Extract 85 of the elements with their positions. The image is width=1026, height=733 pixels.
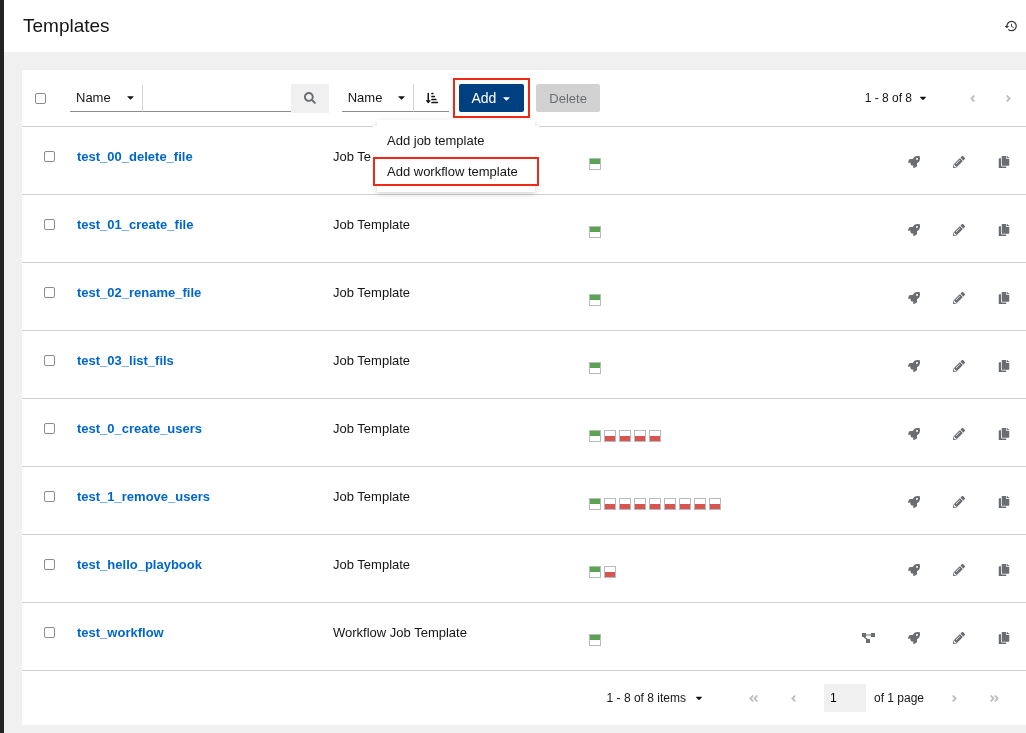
edit-icon[interactable] — [952, 428, 965, 440]
template-link[interactable]: test_03_list_fils — [77, 353, 333, 368]
copy-icon[interactable] — [997, 564, 1010, 576]
copy-icon[interactable] — [997, 360, 1010, 372]
job-status-icon[interactable] — [619, 430, 631, 442]
job-status-icon[interactable] — [589, 498, 601, 510]
job-status-icon[interactable] — [604, 430, 616, 442]
row-checkbox[interactable] — [44, 151, 55, 162]
workflow-icon[interactable] — [862, 632, 875, 643]
job-status-icon[interactable] — [589, 158, 601, 170]
template-type: Job Template — [333, 353, 412, 368]
row-checkbox[interactable] — [44, 491, 55, 502]
job-status-icon[interactable] — [694, 498, 706, 510]
row-checkbox[interactable] — [44, 627, 55, 638]
row-checkbox[interactable] — [44, 423, 55, 434]
job-status-icon[interactable] — [709, 498, 721, 510]
copy-icon[interactable] — [997, 496, 1010, 508]
template-link[interactable]: test_workflow — [77, 625, 333, 640]
job-status-icon[interactable] — [589, 294, 601, 306]
job-status-icon[interactable] — [649, 430, 661, 442]
template-type: Job Template — [333, 557, 412, 572]
sort-icon — [425, 91, 438, 104]
edit-icon[interactable] — [952, 496, 965, 508]
job-status-icon[interactable] — [679, 498, 691, 510]
search-button[interactable] — [290, 83, 329, 113]
job-status-icon[interactable] — [589, 566, 601, 578]
template-link[interactable]: test_1_remove_users — [77, 489, 333, 504]
template-type: Job Te — [333, 149, 373, 164]
history-icon[interactable] — [1004, 19, 1018, 33]
copy-icon[interactable] — [997, 632, 1010, 644]
sort-button[interactable] — [413, 84, 450, 112]
job-status-icon[interactable] — [619, 498, 631, 510]
copy-icon[interactable] — [997, 292, 1010, 304]
job-status-icon[interactable] — [634, 498, 646, 510]
edit-icon[interactable] — [952, 292, 965, 304]
template-link[interactable]: test_hello_playbook — [77, 557, 333, 572]
template-type: Job Template — [333, 489, 412, 504]
rocket-icon[interactable] — [907, 428, 920, 440]
template-link[interactable]: test_00_delete_file — [77, 149, 333, 164]
row-checkbox[interactable] — [44, 287, 55, 298]
add-button[interactable]: Add — [459, 84, 525, 112]
rocket-icon[interactable] — [907, 292, 920, 304]
rocket-icon[interactable] — [907, 156, 920, 168]
job-status-icon[interactable] — [634, 430, 646, 442]
rocket-icon[interactable] — [907, 224, 920, 236]
edit-icon[interactable] — [952, 224, 965, 236]
page-title: Templates — [23, 15, 110, 37]
template-link[interactable]: test_02_rename_file — [77, 285, 333, 300]
edit-icon[interactable] — [952, 564, 965, 576]
row-checkbox[interactable] — [44, 355, 55, 366]
items-per-page-select[interactable]: 1 - 8 of 8 items — [600, 690, 710, 706]
page-number-field[interactable]: 1 — [823, 684, 866, 712]
job-status-icon[interactable] — [589, 430, 601, 442]
edit-icon[interactable] — [952, 360, 965, 372]
rocket-icon[interactable] — [907, 496, 920, 508]
row-checkbox[interactable] — [44, 559, 55, 570]
job-status-icon[interactable] — [589, 634, 601, 646]
job-status-icon[interactable] — [604, 498, 616, 510]
edit-icon[interactable] — [952, 632, 965, 644]
job-status-icon[interactable] — [604, 566, 616, 578]
copy-icon[interactable] — [997, 156, 1010, 168]
range-select[interactable]: 1 - 8 of 8 — [858, 90, 934, 106]
rocket-icon[interactable] — [907, 360, 920, 372]
template-link[interactable]: test_0_create_users — [77, 421, 333, 436]
template-link[interactable]: test_01_create_file — [77, 217, 333, 232]
edit-icon[interactable] — [952, 156, 965, 168]
copy-icon[interactable] — [997, 428, 1010, 440]
job-status-icon[interactable] — [589, 226, 601, 238]
job-status-icon[interactable] — [664, 498, 676, 510]
template-type: Job Template — [333, 421, 412, 436]
search-field[interactable] — [141, 84, 291, 112]
template-type: Job Template — [333, 217, 412, 232]
menu-item[interactable]: Add workflow template — [373, 157, 539, 186]
job-status-icon[interactable] — [589, 362, 601, 374]
page-count: of 1 page — [873, 691, 924, 705]
copy-icon[interactable] — [997, 224, 1010, 236]
menu-item[interactable]: Add job template — [373, 126, 539, 155]
search-icon — [303, 92, 316, 104]
row-checkbox[interactable] — [44, 219, 55, 230]
template-type: Job Template — [333, 285, 412, 300]
select-all-checkbox[interactable] — [35, 92, 46, 104]
job-status-icon[interactable] — [649, 498, 661, 510]
rocket-icon[interactable] — [907, 564, 920, 576]
template-type: Workflow Job Template — [333, 625, 468, 640]
rocket-icon[interactable] — [907, 632, 920, 644]
